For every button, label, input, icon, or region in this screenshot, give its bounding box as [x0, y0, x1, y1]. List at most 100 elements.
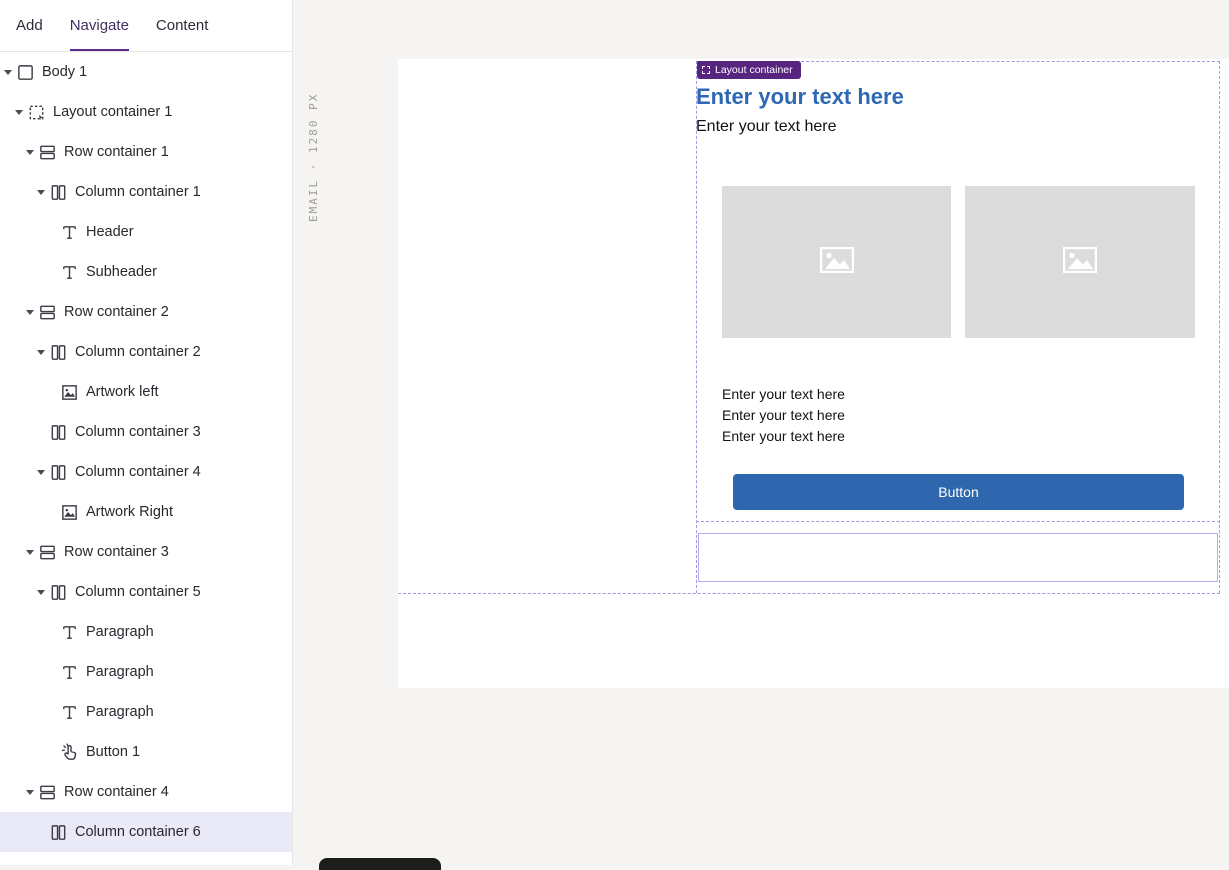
column-icon [49, 823, 68, 842]
tree-item-label: Button 1 [86, 744, 140, 760]
paragraph-line[interactable]: Enter your text here [722, 405, 845, 426]
row-icon [38, 783, 57, 802]
caret-down-icon[interactable] [22, 144, 38, 160]
tree-item-label: Header [86, 224, 134, 240]
row-icon [38, 303, 57, 322]
caret-placeholder [44, 504, 60, 520]
tree-item-artwork-left[interactable]: Artwork left [0, 372, 292, 412]
email-paragraph-block[interactable]: Enter your text hereEnter your text here… [722, 384, 845, 447]
tree-item-row-container-4[interactable]: Row container 4 [0, 772, 292, 812]
caret-down-icon[interactable] [22, 304, 38, 320]
tree-item-label: Column container 6 [75, 824, 201, 840]
tree-item-row-container-2[interactable]: Row container 2 [0, 292, 292, 332]
row-container-dashed-border [696, 521, 1220, 522]
layout-container-bottom-border [398, 593, 1220, 594]
caret-down-icon[interactable] [11, 104, 27, 120]
text-icon [60, 663, 79, 682]
text-icon [60, 623, 79, 642]
text-icon [60, 263, 79, 282]
tree-item-button-1[interactable]: Button 1 [0, 732, 292, 772]
image-placeholder-icon [820, 247, 854, 278]
tree-item-column-container-2[interactable]: Column container 2 [0, 332, 292, 372]
column-icon [49, 343, 68, 362]
tree-item-artwork-right[interactable]: Artwork Right [0, 492, 292, 532]
layout-container-badge: Layout container [697, 61, 801, 79]
tree-item-label: Paragraph [86, 664, 154, 680]
tree-item-row-container-3[interactable]: Row container 3 [0, 532, 292, 572]
tree-item-label: Layout container 1 [53, 104, 172, 120]
email-header-text[interactable]: Enter your text here [696, 84, 1216, 110]
column-icon [49, 583, 68, 602]
layout-container-badge-label: Layout container [715, 64, 793, 76]
tree-item-body-1[interactable]: Body 1 [0, 52, 292, 92]
image-icon [60, 503, 79, 522]
image-placeholder-left[interactable] [722, 186, 951, 338]
caret-placeholder [44, 624, 60, 640]
paragraph-line[interactable]: Enter your text here [722, 384, 845, 405]
tree-item-column-container-1[interactable]: Column container 1 [0, 172, 292, 212]
caret-down-icon[interactable] [33, 584, 49, 600]
column-icon [49, 423, 68, 442]
column-icon [49, 183, 68, 202]
caret-placeholder [44, 744, 60, 760]
button-icon [60, 743, 79, 762]
body-icon [16, 63, 35, 82]
tab-navigate[interactable]: Navigate [70, 0, 129, 51]
caret-placeholder [44, 384, 60, 400]
tree-item-column-container-6[interactable]: Column container 6 [0, 812, 292, 852]
image-placeholder-icon [1063, 247, 1097, 278]
tree-item-label: Column container 2 [75, 344, 201, 360]
row-icon [38, 143, 57, 162]
tree-item-column-container-5[interactable]: Column container 5 [0, 572, 292, 612]
selected-empty-column-outline[interactable] [698, 533, 1218, 582]
row-icon [38, 543, 57, 562]
tree-item-paragraph[interactable]: Paragraph [0, 652, 292, 692]
tree-item-label: Artwork Right [86, 504, 173, 520]
caret-down-icon[interactable] [33, 184, 49, 200]
paragraph-line[interactable]: Enter your text here [722, 426, 845, 447]
image-placeholder-right[interactable] [965, 186, 1195, 338]
email-button[interactable]: Button [733, 474, 1184, 510]
caret-placeholder [44, 224, 60, 240]
tree-item-label: Row container 3 [64, 544, 169, 560]
tree-item-label: Column container 5 [75, 584, 201, 600]
caret-down-icon[interactable] [22, 544, 38, 560]
text-icon [60, 223, 79, 242]
layers-tree: Body 1 Layout container 1 Row container 1 C… [0, 52, 292, 852]
tree-item-layout-container-1[interactable]: Layout container 1 [0, 92, 292, 132]
tree-item-label: Column container 4 [75, 464, 201, 480]
caret-down-icon[interactable] [33, 344, 49, 360]
caret-placeholder [44, 664, 60, 680]
tab-content[interactable]: Content [156, 0, 209, 51]
caret-down-icon[interactable] [22, 784, 38, 800]
tree-item-label: Subheader [86, 264, 157, 280]
caret-down-icon[interactable] [0, 64, 16, 80]
tree-item-row-container-1[interactable]: Row container 1 [0, 132, 292, 172]
email-width-ruler-label: EMAIL · 1280 PX [307, 72, 320, 222]
tree-item-header[interactable]: Header [0, 212, 292, 252]
caret-placeholder [44, 704, 60, 720]
tree-item-label: Artwork left [86, 384, 159, 400]
layout-icon [27, 103, 46, 122]
tree-item-label: Row container 4 [64, 784, 169, 800]
tree-item-label: Paragraph [86, 624, 154, 640]
tree-item-column-container-3[interactable]: Column container 3 [0, 412, 292, 452]
layers-sidebar: Add Navigate Content Body 1 Layout containe… [0, 0, 293, 865]
tree-item-label: Row container 2 [64, 304, 169, 320]
editor-canvas: EMAIL · 1280 PX Layout container Enter y… [293, 0, 1229, 865]
email-subheader-text[interactable]: Enter your text here [696, 118, 1216, 136]
tree-item-paragraph[interactable]: Paragraph [0, 612, 292, 652]
tree-item-label: Paragraph [86, 704, 154, 720]
tab-add[interactable]: Add [16, 0, 43, 51]
tree-item-subheader[interactable]: Subheader [0, 252, 292, 292]
caret-placeholder [33, 424, 49, 440]
column-icon [49, 463, 68, 482]
tree-item-label: Body 1 [42, 64, 87, 80]
tree-item-paragraph[interactable]: Paragraph [0, 692, 292, 732]
tree-item-label: Column container 1 [75, 184, 201, 200]
caret-down-icon[interactable] [33, 464, 49, 480]
tree-item-label: Row container 1 [64, 144, 169, 160]
tree-item-label: Column container 3 [75, 424, 201, 440]
caret-placeholder [44, 264, 60, 280]
tree-item-column-container-4[interactable]: Column container 4 [0, 452, 292, 492]
